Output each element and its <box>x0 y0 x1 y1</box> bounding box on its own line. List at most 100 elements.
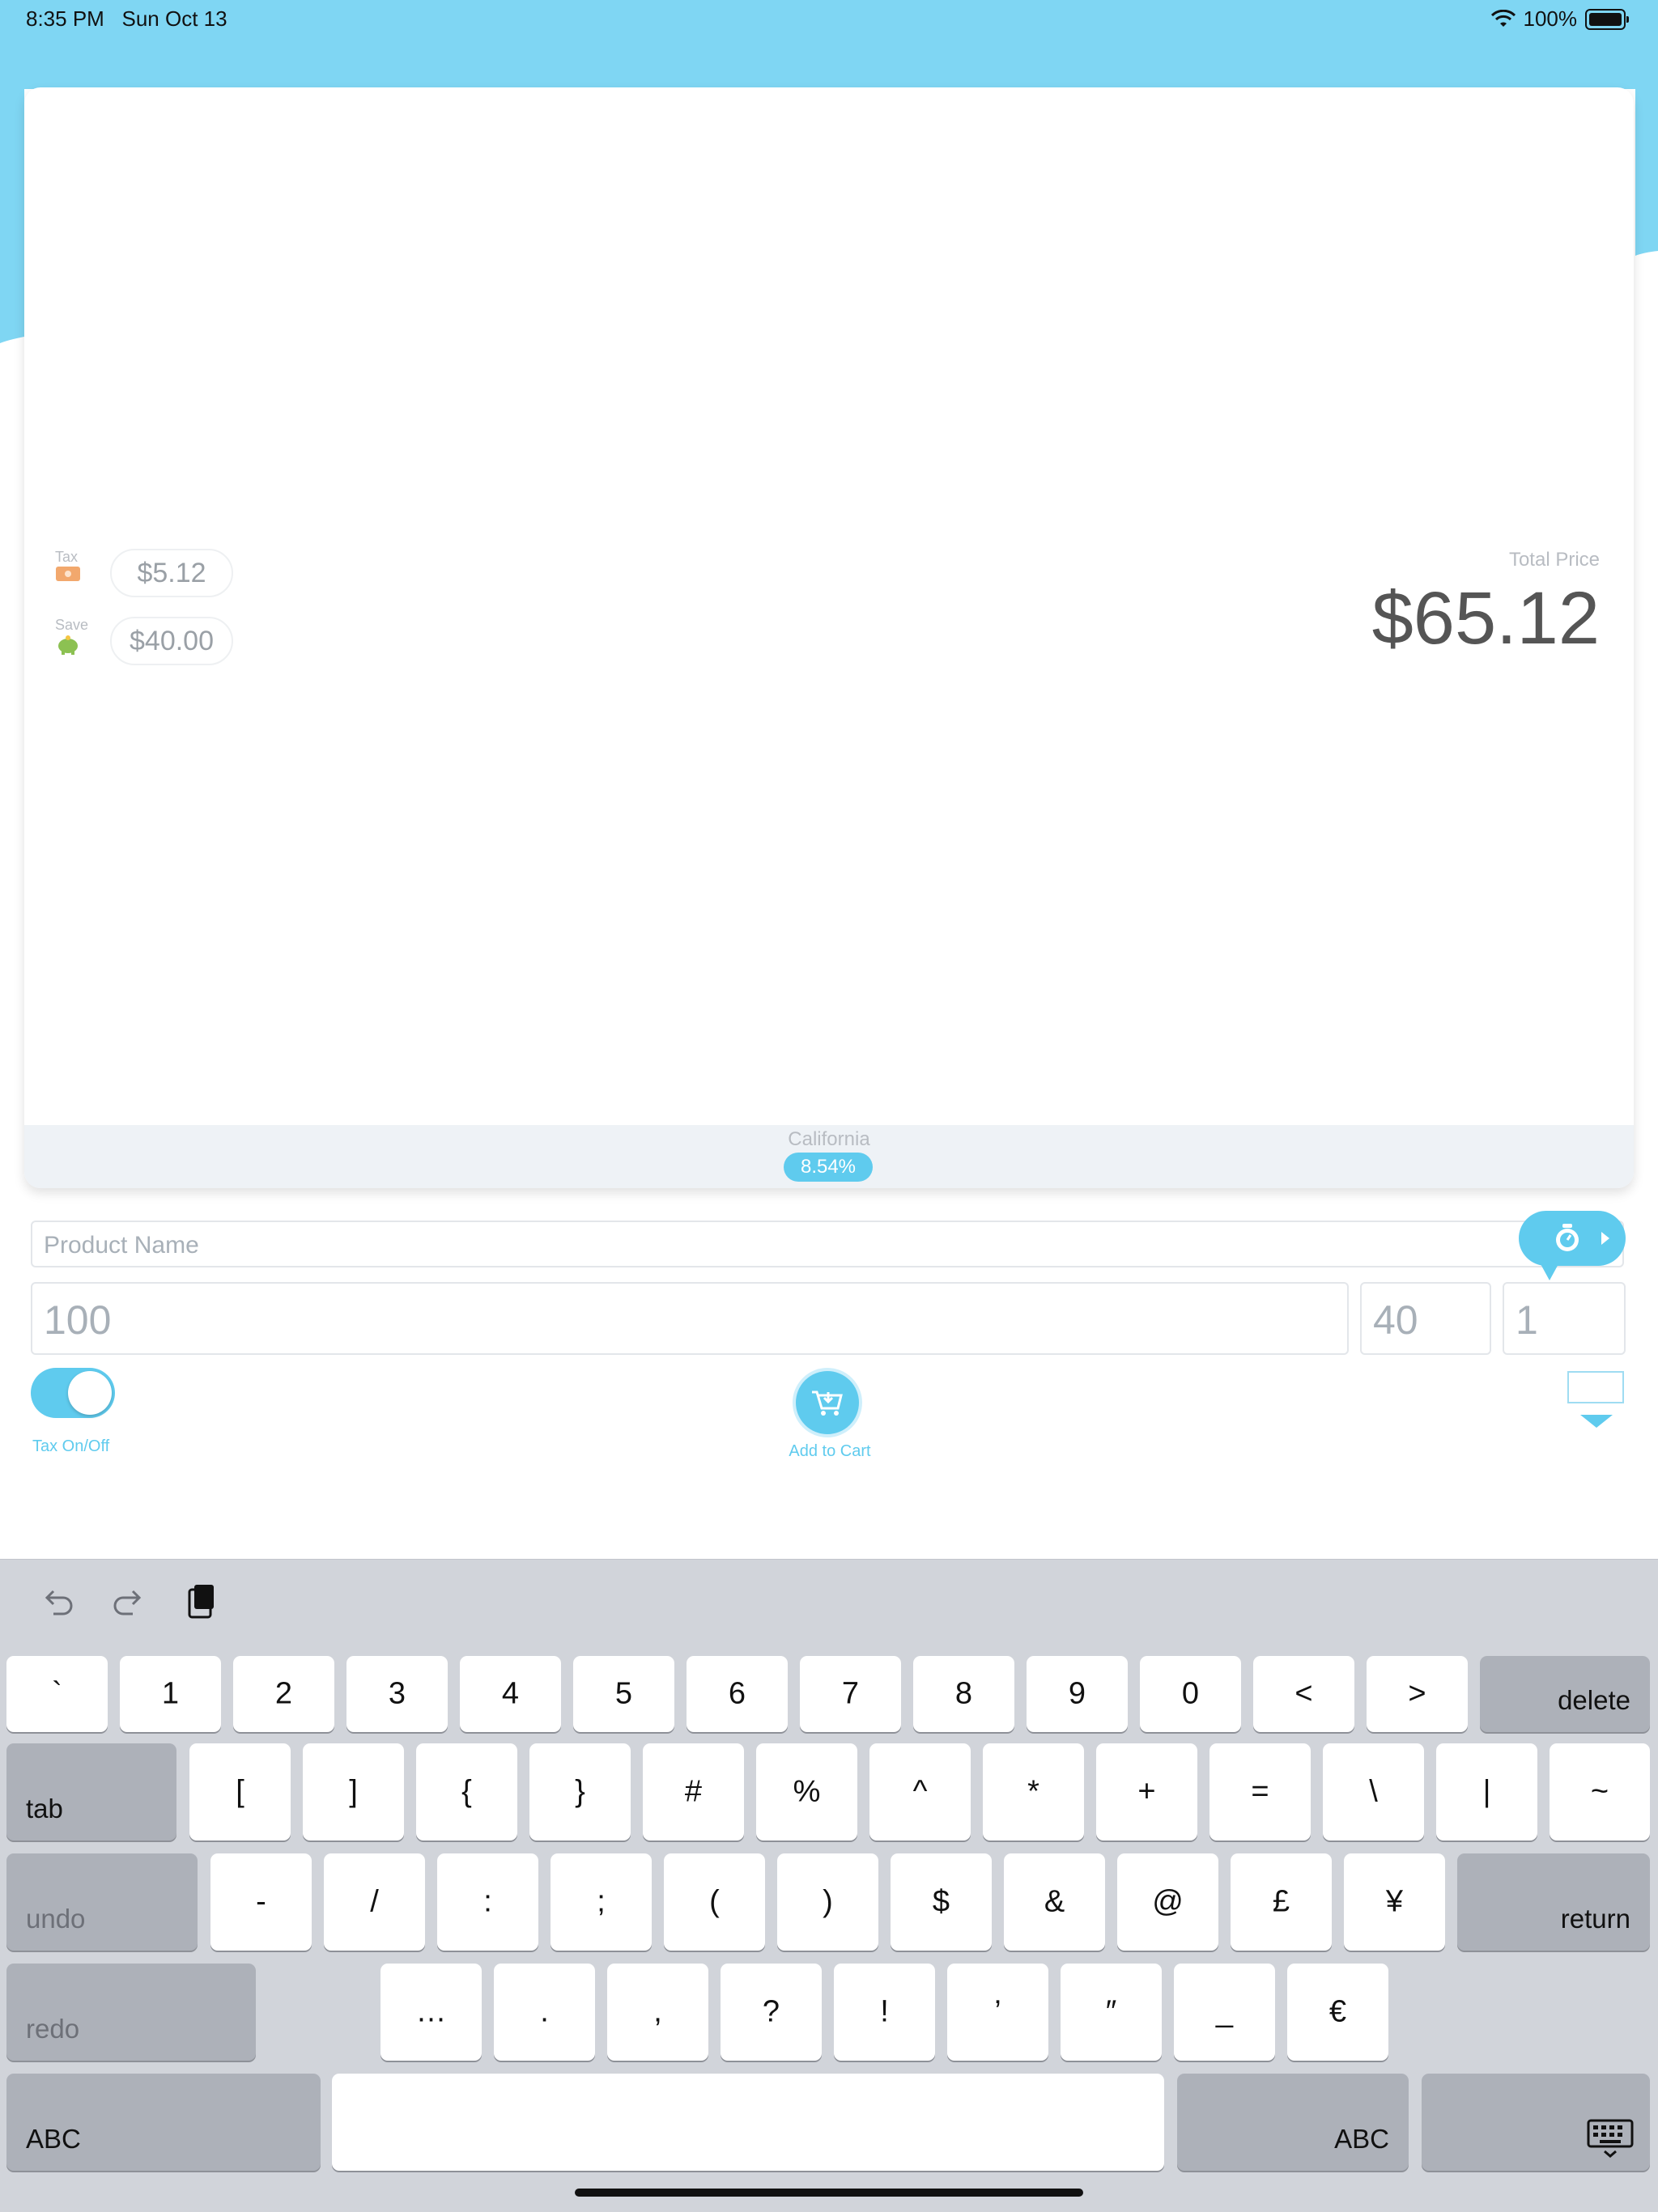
key-plus[interactable]: + <box>1096 1743 1197 1841</box>
paste-icon[interactable] <box>181 1582 222 1622</box>
key-close-paren[interactable]: ) <box>777 1853 878 1951</box>
redo-key[interactable]: redo <box>6 1964 256 2061</box>
key-6[interactable]: 6 <box>687 1656 788 1732</box>
key-exclamation[interactable]: ! <box>834 1964 935 2061</box>
key-open-paren[interactable]: ( <box>664 1853 765 1951</box>
key-colon[interactable]: : <box>437 1853 538 1951</box>
status-clock: 8:35 PM <box>26 6 104 31</box>
tax-amount: $5.12 <box>110 549 233 597</box>
key-equals[interactable]: = <box>1209 1743 1311 1841</box>
keyboard-dismiss-icon <box>1587 2119 1634 2158</box>
key-label: * <box>1027 1774 1039 1809</box>
price-input[interactable]: 100 <box>31 1282 1349 1355</box>
key-8[interactable]: 8 <box>913 1656 1014 1732</box>
key-asterisk[interactable]: * <box>983 1743 1084 1841</box>
key-label: ^ <box>912 1774 928 1809</box>
undo-icon[interactable] <box>37 1582 78 1622</box>
key-semicolon[interactable]: ; <box>551 1853 652 1951</box>
key-ellipsis[interactable]: … <box>380 1964 482 2061</box>
key-underscore[interactable]: _ <box>1174 1964 1275 2061</box>
key-yen[interactable]: ¥ <box>1344 1853 1445 1951</box>
key-euro[interactable]: € <box>1287 1964 1388 2061</box>
key-2[interactable]: 2 <box>233 1656 334 1732</box>
key-label: { <box>461 1774 472 1809</box>
total-price-label: Total Price <box>1508 549 1600 571</box>
key-3[interactable]: 3 <box>346 1656 448 1732</box>
key-0[interactable]: 0 <box>1140 1656 1241 1732</box>
key-label: _ <box>1215 1994 1234 2029</box>
cart-icon <box>812 1390 843 1416</box>
key-dollar[interactable]: $ <box>891 1853 992 1951</box>
key-7[interactable]: 7 <box>800 1656 901 1732</box>
abc-key-left[interactable]: ABC <box>6 2074 321 2171</box>
delete-key[interactable]: delete <box>1480 1656 1650 1732</box>
key-less-than[interactable]: < <box>1253 1656 1354 1732</box>
status-time: 8:35 PM Sun Oct 13 <box>26 6 227 32</box>
status-date: Sun Oct 13 <box>121 6 227 31</box>
key-backslash[interactable]: \ <box>1323 1743 1424 1841</box>
key-open-bracket[interactable]: [ <box>189 1743 291 1841</box>
key-label: } <box>575 1774 585 1809</box>
key-label: , <box>653 1994 662 2029</box>
key-close-brace[interactable]: } <box>529 1743 631 1841</box>
key-close-bracket[interactable]: ] <box>303 1743 404 1841</box>
key-label: undo <box>26 1904 86 1934</box>
dismiss-keyboard-key[interactable] <box>1422 2074 1650 2171</box>
key-apostrophe[interactable]: ’ <box>947 1964 1048 2061</box>
discount-input[interactable]: 40 <box>1360 1282 1491 1355</box>
key-label: . <box>540 1994 549 2029</box>
key-question[interactable]: ? <box>721 1964 822 2061</box>
tab-key[interactable]: tab <box>6 1743 176 1841</box>
wifi-icon <box>1490 9 1516 27</box>
tax-toggle[interactable] <box>31 1368 115 1418</box>
space-key[interactable] <box>332 2074 1164 2171</box>
key-4[interactable]: 4 <box>460 1656 561 1732</box>
state-name: California <box>788 1128 870 1150</box>
cart-preview-button[interactable] <box>1567 1371 1624 1403</box>
undo-key[interactable]: undo <box>6 1853 198 1951</box>
tax-rate-badge[interactable]: 8.54% <box>784 1153 873 1182</box>
key-period[interactable]: . <box>494 1964 595 2061</box>
quantity-input[interactable]: 1 <box>1503 1282 1626 1355</box>
key-label: + <box>1137 1774 1156 1809</box>
tax-toggle-label: Tax On/Off <box>32 1437 110 1455</box>
key-9[interactable]: 9 <box>1027 1656 1128 1732</box>
key-label: 8 <box>954 1676 973 1711</box>
add-to-cart-button[interactable] <box>793 1368 862 1437</box>
key-ampersand[interactable]: & <box>1004 1853 1105 1951</box>
product-name-input[interactable]: Product Name <box>31 1221 1624 1267</box>
key-label: € <box>1329 1994 1347 2029</box>
key-label: $ <box>932 1884 950 1919</box>
key-label: ? <box>762 1994 780 2029</box>
key-pipe[interactable]: | <box>1436 1743 1537 1841</box>
home-indicator[interactable] <box>575 2189 1083 2197</box>
key-pound[interactable]: £ <box>1231 1853 1332 1951</box>
key-hyphen[interactable]: - <box>210 1853 312 1951</box>
return-key[interactable]: return <box>1457 1853 1650 1951</box>
key-double-quote[interactable]: ″ <box>1061 1964 1162 2061</box>
key-label: # <box>684 1774 703 1809</box>
key-open-brace[interactable]: { <box>416 1743 517 1841</box>
key-label: @ <box>1152 1884 1184 1919</box>
key-slash[interactable]: / <box>324 1853 425 1951</box>
key-label: / <box>370 1884 379 1919</box>
status-right: 100% <box>1490 6 1629 32</box>
unit-price-button[interactable] <box>1519 1211 1626 1280</box>
key-5[interactable]: 5 <box>573 1656 674 1732</box>
key-tilde[interactable]: ~ <box>1550 1743 1650 1841</box>
key-backtick[interactable]: ` <box>6 1656 108 1732</box>
key-1[interactable]: 1 <box>120 1656 221 1732</box>
key-caret[interactable]: ^ <box>869 1743 971 1841</box>
key-greater-than[interactable]: > <box>1367 1656 1468 1732</box>
key-percent[interactable]: % <box>756 1743 857 1841</box>
key-at[interactable]: @ <box>1117 1853 1218 1951</box>
tax-region-bar[interactable]: California 8.54% <box>24 1125 1634 1188</box>
key-comma[interactable]: , <box>607 1964 708 2061</box>
abc-key-right[interactable]: ABC <box>1177 2074 1409 2171</box>
key-hash[interactable]: # <box>643 1743 744 1841</box>
redo-icon[interactable] <box>108 1582 149 1622</box>
key-label: ~ <box>1590 1774 1609 1809</box>
chevron-down-icon[interactable] <box>1580 1415 1613 1428</box>
key-label: ″ <box>1105 1994 1117 2029</box>
key-label: : <box>483 1884 492 1919</box>
